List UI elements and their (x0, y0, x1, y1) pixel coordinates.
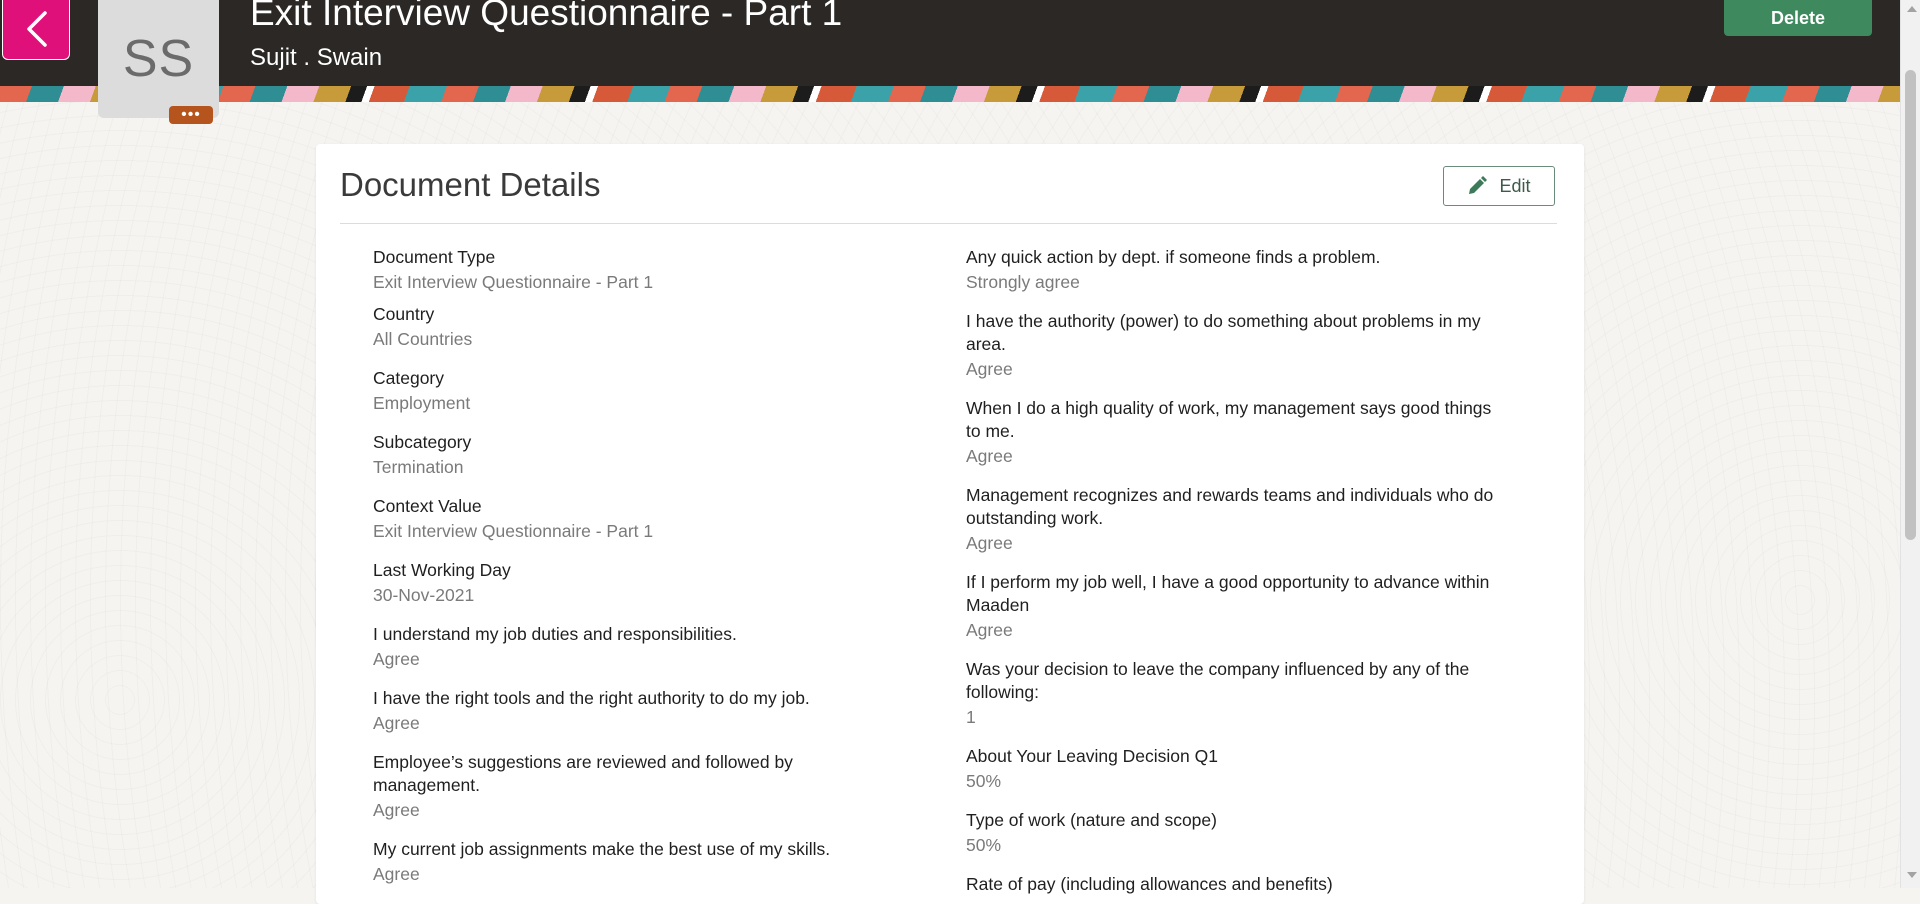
field-leaving-decision-q1: About Your Leaving Decision Q1 50% (966, 745, 1506, 793)
field-value: Agree (373, 713, 420, 733)
field-value: Termination (373, 457, 464, 477)
field-label: Last Working Day (373, 560, 511, 580)
field-label: About Your Leaving Decision Q1 (966, 746, 1218, 766)
document-details-card: Document Details Edit Document Type Exit… (316, 144, 1584, 904)
field-quality-work: When I do a high quality of work, my man… (966, 397, 1506, 468)
page-title: Exit Interview Questionnaire - Part 1 (250, 0, 843, 33)
field-category: Category Employment (373, 367, 893, 415)
field-label: Management recognizes and rewards teams … (966, 485, 1494, 528)
edit-button-label: Edit (1499, 175, 1531, 196)
field-value: Exit Interview Questionnaire - Part 1 (373, 272, 654, 292)
field-label: Was your decision to leave the company i… (966, 659, 1470, 702)
field-label: Type of work (nature and scope) (966, 810, 1217, 830)
field-label: My current job assignments make the best… (373, 839, 831, 859)
person-name: Sujit . Swain (250, 44, 383, 71)
field-quick-action: Any quick action by dept. if someone fin… (966, 246, 1506, 294)
field-value: Exit Interview Questionnaire - Part 1 (373, 521, 654, 541)
back-button[interactable] (2, 0, 70, 60)
field-last-working-day: Last Working Day 30-Nov-2021 (373, 559, 893, 607)
field-label: Employee’s suggestions are reviewed and … (373, 752, 793, 795)
field-country: Country All Countries (373, 303, 893, 351)
field-document-type: Document Type Exit Interview Questionnai… (373, 246, 893, 294)
field-job-assignments: My current job assignments make the best… (373, 838, 893, 886)
delete-button[interactable]: Delete (1724, 0, 1872, 36)
field-label: I understand my job duties and responsib… (373, 624, 737, 644)
chevron-left-icon (27, 11, 47, 47)
field-value: Agree (966, 446, 1013, 466)
field-label: Document Type (373, 247, 496, 267)
field-rate-of-pay: Rate of pay (including allowances and be… (966, 873, 1506, 898)
field-value: Agree (373, 649, 420, 669)
field-label: If I perform my job well, I have a good … (966, 572, 1490, 615)
field-type-of-work: Type of work (nature and scope) 50% (966, 809, 1506, 857)
field-label: Rate of pay (including allowances and be… (966, 874, 1333, 894)
vertical-scrollbar[interactable] (1900, 0, 1920, 888)
field-label: When I do a high quality of work, my man… (966, 398, 1492, 441)
field-value: Agree (373, 800, 420, 820)
scrollbar-thumb[interactable] (1905, 70, 1916, 540)
field-label: Subcategory (373, 432, 472, 452)
field-value: Agree (966, 533, 1013, 553)
field-right-tools: I have the right tools and the right aut… (373, 687, 893, 735)
page-header: Exit Interview Questionnaire - Part 1 Su… (0, 0, 1900, 86)
field-leave-decision: Was your decision to leave the company i… (966, 658, 1506, 729)
field-authority: I have the authority (power) to do somet… (966, 310, 1506, 381)
field-value: All Countries (373, 329, 473, 349)
field-value: Strongly agree (966, 272, 1080, 292)
field-label: Country (373, 304, 435, 324)
field-label: Any quick action by dept. if someone fin… (966, 247, 1381, 267)
field-context-value: Context Value Exit Interview Questionnai… (373, 495, 893, 543)
field-value: 1 (966, 707, 976, 727)
field-label: I have the authority (power) to do somet… (966, 311, 1481, 354)
field-label: I have the right tools and the right aut… (373, 688, 810, 708)
field-label: Context Value (373, 496, 482, 516)
field-advance-opportunity: If I perform my job well, I have a good … (966, 571, 1506, 642)
pencil-icon (1469, 176, 1488, 194)
field-employee-suggestions: Employee’s suggestions are reviewed and … (373, 751, 843, 822)
field-value: Agree (966, 359, 1013, 379)
scroll-up-arrow-icon[interactable] (1907, 6, 1917, 12)
field-value: Agree (373, 864, 420, 884)
avatar: SS (98, 0, 219, 118)
edit-button[interactable]: Edit (1443, 166, 1555, 206)
field-job-duties: I understand my job duties and responsib… (373, 623, 893, 671)
field-subcategory: Subcategory Termination (373, 431, 893, 479)
card-divider (340, 223, 1557, 224)
scroll-down-arrow-icon[interactable] (1907, 872, 1917, 878)
field-management-recognizes: Management recognizes and rewards teams … (966, 484, 1506, 555)
more-options-button[interactable]: ••• (169, 106, 213, 124)
decorative-banner (0, 86, 1900, 102)
field-value: 50% (966, 771, 1002, 791)
field-label: Category (373, 368, 445, 388)
field-value: Agree (966, 620, 1013, 640)
field-value: Employment (373, 393, 471, 413)
field-value: 30-Nov-2021 (373, 585, 475, 605)
card-title: Document Details (340, 166, 601, 203)
field-value: 50% (966, 835, 1002, 855)
